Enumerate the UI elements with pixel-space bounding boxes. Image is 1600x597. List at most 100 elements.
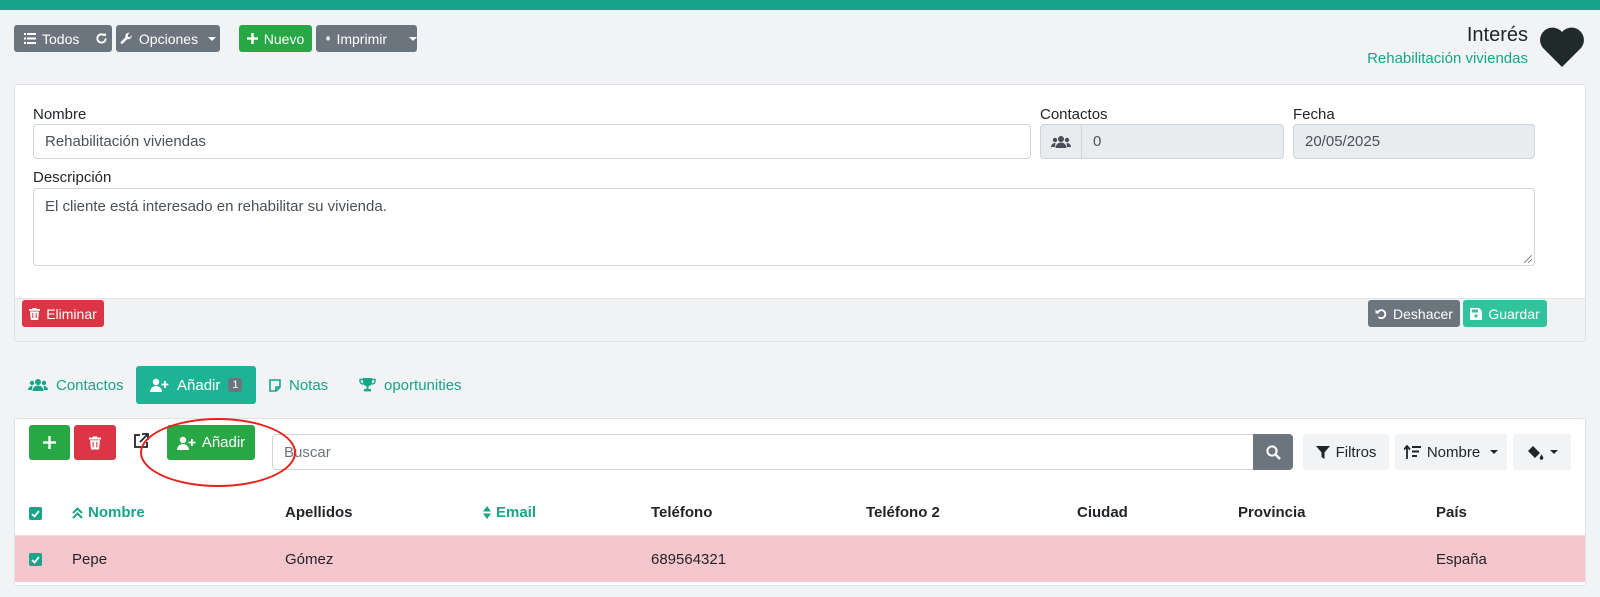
nuevo-button[interactable]: Nuevo [239,25,312,52]
todos-label: Todos [42,30,80,47]
eliminar-label: Eliminar [46,305,97,322]
chevron-down-icon[interactable] [409,36,417,41]
trophy-icon [359,378,376,392]
delete-button[interactable] [74,425,116,460]
cell-apellidos: Gómez [285,551,334,568]
users-icon [28,379,48,391]
wrench-icon [120,32,132,44]
imprimir-label: Imprimir [336,30,387,47]
column-header-label: Email [496,504,537,521]
check-icon [31,509,40,518]
count-badge: 1 [228,378,243,392]
add-button[interactable] [29,425,70,460]
table-row[interactable] [15,536,1585,582]
color-dropdown[interactable] [1513,434,1571,470]
save-icon [1470,307,1483,320]
filtros-button[interactable]: Filtros [1303,434,1389,470]
tab-contactos-label: Contactos [56,376,124,394]
column-header-label: Nombre [88,504,145,521]
plus-icon [43,436,56,449]
fecha-field: 20/05/2025 [1293,124,1535,159]
guardar-button[interactable]: Guardar [1463,300,1547,327]
search-button[interactable] [1253,434,1293,470]
imprimir-button[interactable]: Imprimir [316,25,417,52]
sort-both-icon [483,506,491,519]
chevron-down-icon [1549,450,1558,454]
refresh-icon[interactable] [95,32,108,45]
page-title: Interés [1466,24,1528,46]
undo-icon [1375,308,1387,319]
nuevo-label: Nuevo [263,30,305,47]
list-icon [24,33,36,44]
filter-icon [1315,445,1330,459]
sort-icon [1403,445,1421,459]
descripcion-text: El cliente está interesado en rehabilita… [45,198,387,215]
record-title-block: Interés Rehabilitación viviendas [1367,24,1528,67]
deshacer-label: Deshacer [1393,305,1453,322]
order-dropdown[interactable]: Nombre [1395,434,1507,470]
tab-contactos[interactable]: Contactos [14,366,138,404]
contactos-addon [1040,124,1082,159]
column-header-label: Ciudad [1077,504,1128,521]
plus-icon [246,33,258,44]
column-header-nombre[interactable]: Nombre [72,504,145,521]
users-icon [1051,135,1071,148]
paint-bucket-icon [1527,445,1543,460]
column-header-pais[interactable]: País [1436,504,1467,521]
deshacer-button[interactable]: Deshacer [1368,300,1460,327]
column-header-telefono2[interactable]: Teléfono 2 [866,504,940,521]
check-icon [31,555,40,564]
nombre-field[interactable]: Rehabilitación viviendas [33,124,1031,159]
column-header-label: Apellidos [285,504,353,521]
trash-icon [29,307,41,320]
cell-pais: España [1436,551,1487,568]
nombre-label: Nombre [33,106,87,123]
chevron-down-icon [208,36,217,41]
cell-telefono: 689564321 [651,551,727,568]
fecha-label: Fecha [1293,106,1335,123]
order-label: Nombre [1426,443,1481,461]
double-chevron-up-icon [72,506,83,519]
column-header-ciudad[interactable]: Ciudad [1077,504,1128,521]
tab-notas[interactable]: Notas [255,366,342,404]
trash-icon [89,435,101,450]
cell-nombre: Pepe [72,551,108,568]
guardar-label: Guardar [1488,305,1540,322]
contactos-field: 0 [1081,124,1284,159]
tab-anadir[interactable]: Añadir 1 [136,366,257,404]
filtros-label: Filtros [1335,443,1377,461]
column-header-provincia[interactable]: Provincia [1238,504,1306,521]
user-plus-icon [150,378,169,392]
search-input[interactable]: Buscar [272,434,1254,470]
tab-anadir-label: Añadir [177,376,221,394]
top-accent-bar [0,0,1600,10]
form-footer [14,298,1586,342]
contactos-label: Contactos [1040,106,1108,123]
heart-icon [1540,27,1584,68]
column-header-telefono[interactable]: Teléfono [651,504,712,521]
chevron-down-icon [1490,450,1499,454]
descripcion-textarea[interactable]: El cliente está interesado en rehabilita… [33,188,1535,266]
todos-button[interactable]: Todos [14,25,112,52]
opciones-label: Opciones [138,30,199,47]
printer-icon [326,36,331,41]
column-header-label: Provincia [1238,504,1306,521]
resize-handle-icon[interactable] [1524,255,1532,263]
tab-notas-label: Notas [289,376,329,394]
note-icon [269,378,281,392]
select-all-checkbox[interactable] [29,507,42,520]
highlight-annotation [140,418,296,487]
column-header-apellidos[interactable]: Apellidos [285,504,353,521]
tab-oportunities[interactable]: oportunities [345,366,476,404]
eliminar-button[interactable]: Eliminar [22,300,104,327]
search-icon [1265,444,1281,460]
column-header-label: Teléfono [651,504,713,521]
opciones-button[interactable]: Opciones [116,25,220,52]
column-header-label: País [1436,504,1467,521]
descripcion-label: Descripción [33,169,112,186]
column-header-email[interactable]: Email [483,504,536,521]
tab-oportunities-label: oportunities [384,376,462,394]
row-checkbox[interactable] [29,553,42,566]
page-subtitle: Rehabilitación viviendas [1367,50,1528,67]
column-header-label: Teléfono 2 [866,504,940,521]
